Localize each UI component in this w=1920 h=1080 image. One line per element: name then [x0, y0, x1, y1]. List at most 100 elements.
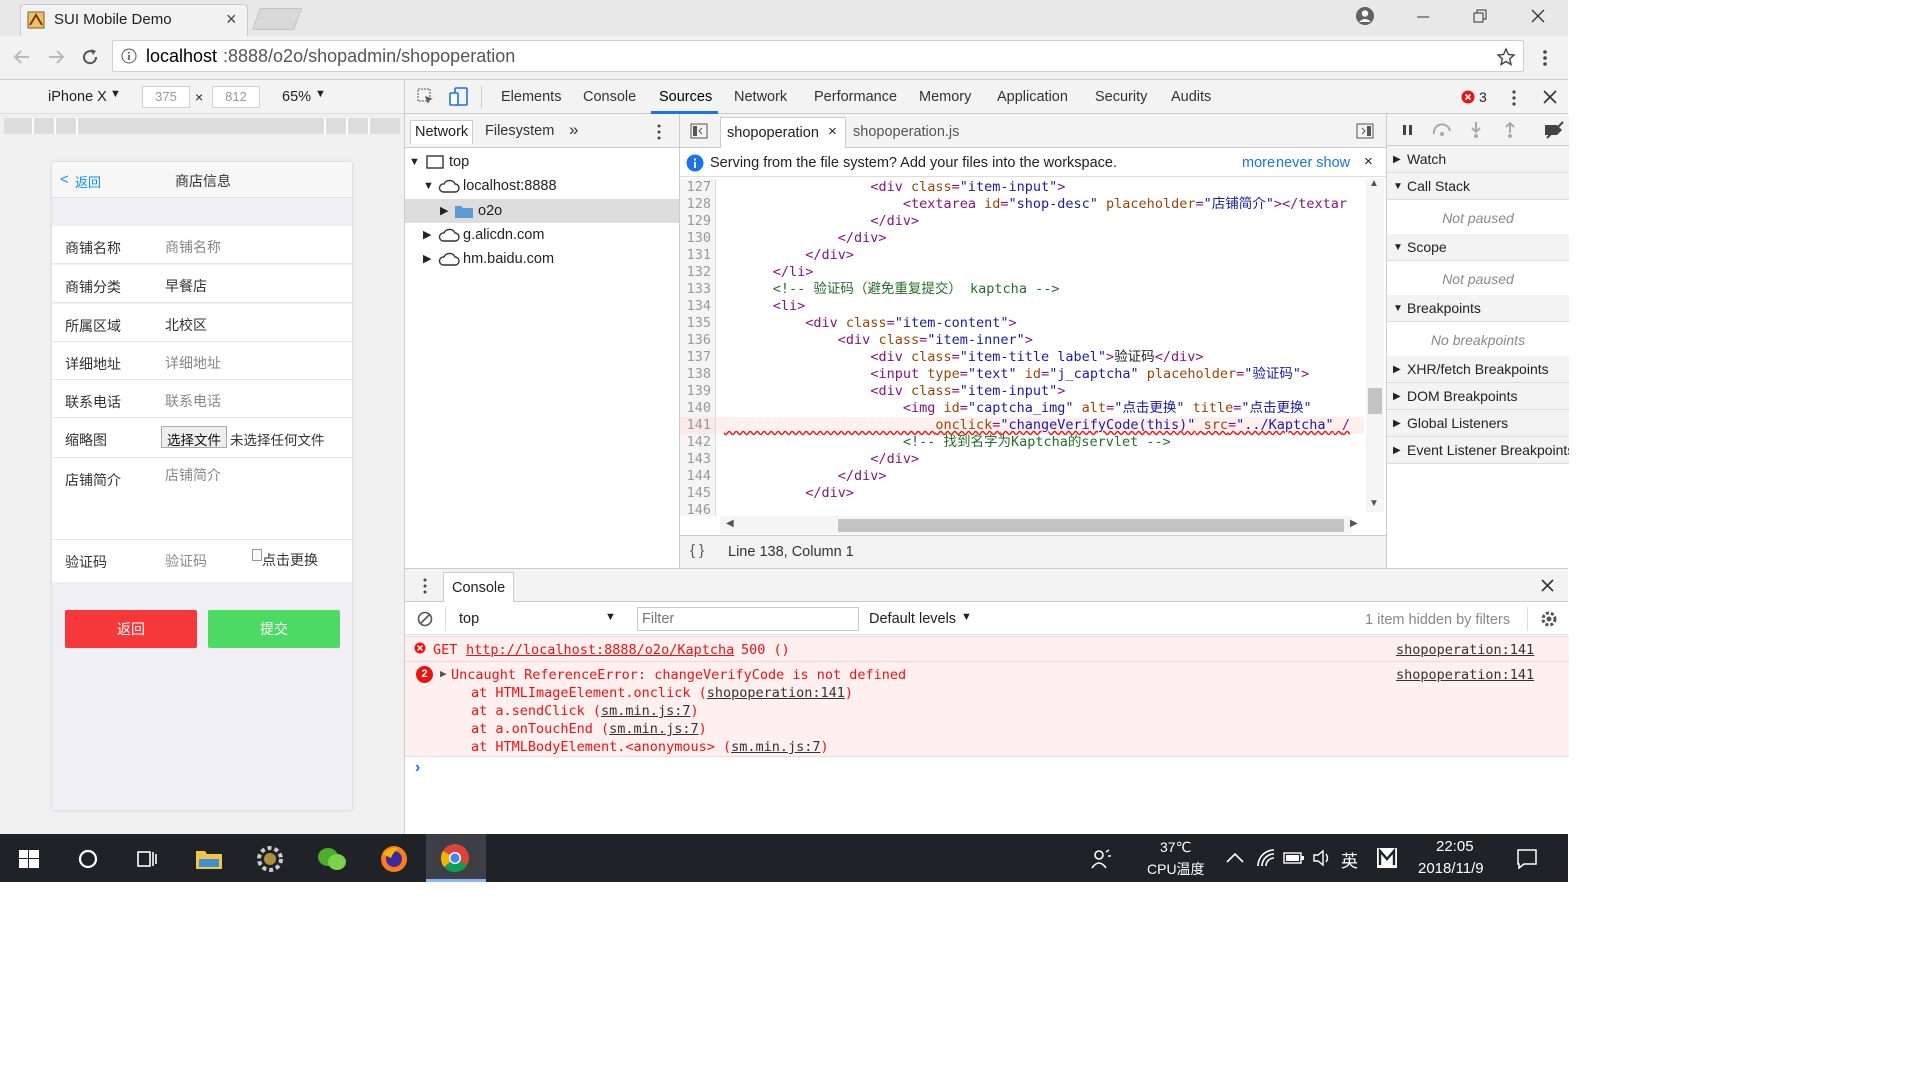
stack-frame-link[interactable]: sm.min.js:7 — [731, 739, 820, 755]
hscroll-thumb[interactable] — [838, 519, 1344, 532]
editor-tab-close-icon[interactable]: × — [828, 123, 837, 140]
tree-item-localhost[interactable]: ▼ localhost:8888 — [405, 174, 679, 198]
context-dropdown-icon[interactable]: ▼ — [605, 611, 616, 623]
file-explorer-icon[interactable] — [195, 847, 223, 871]
browser-tab[interactable]: SUI Mobile Demo × — [20, 4, 248, 36]
firefox-icon[interactable] — [379, 844, 409, 874]
source-link[interactable]: shopoperation:141 — [1396, 642, 1534, 658]
expand-error-icon[interactable]: ▶ — [440, 667, 447, 680]
collapse-arrow-icon[interactable]: ▶ — [440, 199, 448, 223]
area-select[interactable]: 北校区 — [165, 315, 207, 335]
clock-date[interactable]: 2018/11/9 — [1418, 860, 1484, 877]
toggle-debugger-icon[interactable] — [1356, 123, 1374, 139]
step-over-icon[interactable] — [1431, 123, 1453, 137]
device-dropdown-icon[interactable]: ▼ — [110, 88, 121, 100]
submit-button[interactable]: 提交 — [208, 610, 340, 648]
vertical-scrollbar[interactable]: ▲ ▼ — [1366, 178, 1384, 512]
tab-application[interactable]: Application — [997, 89, 1068, 105]
back-button[interactable]: 返回 — [65, 610, 197, 648]
tree-item-baidu[interactable]: ▶ hm.baidu.com — [405, 247, 679, 271]
tab-elements[interactable]: Elements — [501, 89, 561, 105]
chevron-left-icon[interactable]: < — [60, 171, 69, 188]
console-prompt-icon[interactable]: › — [415, 759, 420, 777]
stack-frame-link[interactable]: sm.min.js:7 — [609, 721, 698, 737]
navigator-menu-icon[interactable] — [655, 122, 663, 142]
wifi-icon[interactable] — [1256, 848, 1276, 868]
action-center-icon[interactable] — [1516, 848, 1538, 870]
info-icon[interactable] — [121, 48, 137, 64]
tree-item-top[interactable]: ▼ top — [405, 150, 679, 174]
code-area[interactable]: 127 <div class="item-input"> 128 <textar… — [680, 178, 1364, 516]
devtools-menu-icon[interactable] — [1509, 88, 1519, 108]
minimize-icon[interactable] — [1415, 8, 1431, 24]
tab-network[interactable]: Network — [734, 89, 787, 105]
clock-time[interactable]: 22:05 — [1436, 838, 1474, 855]
zoom-select[interactable]: 65% — [282, 89, 311, 105]
section-breakpoints[interactable]: ▼ Breakpoints — [1387, 295, 1569, 322]
clear-console-icon[interactable] — [417, 611, 433, 627]
tree-item-o2o[interactable]: ▶ o2o — [405, 199, 679, 223]
reload-icon[interactable] — [80, 47, 100, 67]
restore-icon[interactable] — [1472, 8, 1488, 24]
source-link[interactable]: shopoperation:141 — [1396, 667, 1534, 683]
close-window-icon[interactable] — [1530, 8, 1546, 24]
log-levels-select[interactable]: Default levels — [869, 611, 956, 627]
section-call-stack[interactable]: ▼ Call Stack — [1387, 173, 1569, 200]
section-global-listeners[interactable]: ▶ Global Listeners — [1387, 410, 1569, 437]
request-url-link[interactable]: http://localhost:8888/o2o/Kaptcha — [466, 642, 734, 658]
step-out-icon[interactable] — [1503, 121, 1517, 139]
battery-icon[interactable] — [1283, 850, 1305, 866]
stack-frame-link[interactable]: shopoperation:141 — [707, 685, 845, 701]
show-hidden-icons-icon[interactable] — [1226, 851, 1244, 863]
infobar-never-show-link[interactable]: never show — [1276, 155, 1350, 171]
error-icon[interactable] — [1461, 90, 1475, 104]
step-into-icon[interactable] — [1469, 121, 1483, 139]
section-scope[interactable]: ▼ Scope — [1387, 234, 1569, 261]
back-arrow-icon[interactable] — [12, 47, 32, 67]
task-view-icon[interactable] — [136, 848, 158, 870]
browser-menu-icon[interactable] — [1540, 48, 1550, 68]
header-back-link[interactable]: 返回 — [75, 172, 101, 191]
device-width-input[interactable]: 375 — [142, 86, 190, 108]
new-tab-button[interactable] — [251, 8, 303, 30]
profile-icon[interactable] — [1355, 6, 1375, 26]
editor-tab-shopoperation[interactable]: shopoperation × — [720, 117, 846, 148]
navigator-tab-network[interactable]: Network — [410, 120, 474, 144]
toggle-navigator-icon[interactable] — [690, 123, 708, 139]
description-textarea[interactable]: 店铺简介 — [165, 465, 221, 485]
section-event-listener-breakpoints[interactable]: ▶ Event Listener Breakpoints — [1387, 437, 1569, 464]
error-count[interactable]: 3 — [1479, 89, 1487, 105]
wechat-icon[interactable] — [317, 845, 347, 873]
drawer-close-icon[interactable] — [1541, 579, 1554, 592]
tab-security[interactable]: Security — [1095, 89, 1147, 105]
collapse-arrow-icon[interactable]: ▶ — [423, 247, 431, 271]
pause-icon[interactable] — [1401, 123, 1415, 137]
infobar-close-icon[interactable]: × — [1364, 153, 1373, 170]
address-bar[interactable]: localhost :8888/o2o/shopadmin/shopoperat… — [112, 40, 1524, 72]
tab-audits[interactable]: Audits — [1171, 89, 1211, 105]
console-filter-input[interactable]: Filter — [637, 607, 859, 631]
inspect-element-icon[interactable] — [417, 88, 435, 106]
shop-name-input[interactable]: 商铺名称 — [165, 237, 221, 257]
expand-arrow-icon[interactable]: ▼ — [423, 174, 434, 198]
address-input[interactable]: 详细地址 — [165, 353, 221, 373]
drawer-menu-icon[interactable] — [421, 576, 429, 596]
section-xhr-breakpoints[interactable]: ▶ XHR/fetch Breakpoints — [1387, 356, 1569, 383]
zoom-dropdown-icon[interactable]: ▼ — [315, 88, 326, 100]
ime-mode-icon[interactable] — [1376, 847, 1398, 869]
console-input[interactable] — [429, 759, 1559, 779]
bookmark-star-icon[interactable] — [1496, 47, 1516, 67]
tree-item-alicdn[interactable]: ▶ g.alicdn.com — [405, 223, 679, 247]
device-toggle-icon[interactable] — [449, 87, 469, 107]
levels-dropdown-icon[interactable]: ▼ — [961, 611, 972, 623]
device-select[interactable]: iPhone X — [48, 89, 107, 105]
device-height-input[interactable]: 812 — [212, 86, 260, 108]
tab-memory[interactable]: Memory — [919, 89, 971, 105]
expand-arrow-icon[interactable]: ▼ — [409, 150, 420, 174]
stack-frame-link[interactable]: sm.min.js:7 — [601, 703, 690, 719]
windows-start-icon[interactable] — [19, 850, 39, 868]
horizontal-scrollbar[interactable]: ◀ ▶ — [720, 516, 1358, 534]
editor-tab-shopoperation-js[interactable]: shopoperation.js — [853, 124, 959, 140]
volume-icon[interactable] — [1312, 849, 1332, 867]
navigator-tab-filesystem[interactable]: Filesystem — [485, 123, 554, 139]
